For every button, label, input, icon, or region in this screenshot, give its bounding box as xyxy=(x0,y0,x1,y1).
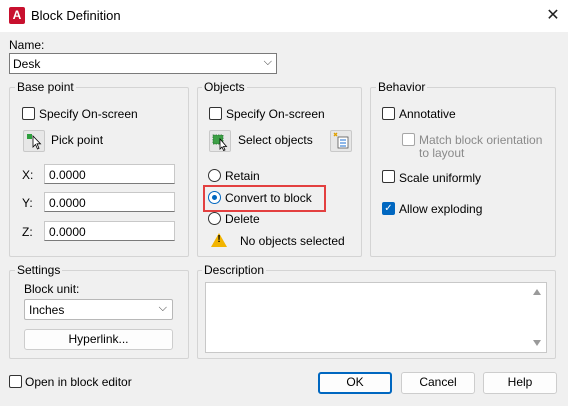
allow-exploding-checkbox[interactable]: ✓ xyxy=(382,202,395,215)
z-label: Z: xyxy=(22,225,33,239)
scroll-down-icon[interactable] xyxy=(533,340,541,346)
retain-label: Retain xyxy=(225,169,260,183)
quick-select-icon xyxy=(333,132,349,149)
name-label: Name: xyxy=(9,38,45,52)
cancel-button[interactable]: Cancel xyxy=(401,372,475,394)
match-orientation-checkbox[interactable] xyxy=(402,133,415,146)
pick-point-button[interactable] xyxy=(23,130,45,152)
description-textarea[interactable] xyxy=(205,282,547,353)
y-label: Y: xyxy=(22,196,33,210)
open-in-editor-label: Open in block editor xyxy=(25,375,132,389)
pick-point-icon xyxy=(27,134,42,150)
pick-point-label: Pick point xyxy=(51,133,104,147)
open-in-editor-checkbox[interactable] xyxy=(9,375,22,388)
x-input[interactable]: 0.0000 xyxy=(44,164,175,184)
warning-mark: ! xyxy=(217,234,221,245)
block-unit-value: Inches xyxy=(29,303,65,317)
delete-radio[interactable] xyxy=(208,212,221,225)
name-combobox[interactable]: Desk ⌵ xyxy=(9,53,277,74)
allow-exploding-label: Allow exploding xyxy=(399,202,483,216)
y-value: 0.0000 xyxy=(49,196,86,210)
select-objects-button[interactable] xyxy=(209,130,231,152)
objects-specify-onscreen-checkbox[interactable] xyxy=(209,107,222,120)
x-label: X: xyxy=(22,168,34,182)
objects-status-text: No objects selected xyxy=(240,234,345,248)
annotative-checkbox[interactable] xyxy=(382,107,395,120)
block-unit-select[interactable]: Inches ⌵ xyxy=(24,299,173,320)
select-objects-icon xyxy=(212,134,228,151)
chevron-down-icon: ⌵ xyxy=(263,56,272,68)
select-objects-label: Select objects xyxy=(238,133,313,147)
objects-title: Objects xyxy=(202,80,247,94)
block-unit-label: Block unit: xyxy=(24,282,80,296)
convert-to-block-label: Convert to block xyxy=(225,191,312,205)
close-icon[interactable]: ✕ xyxy=(542,5,564,27)
annotative-label: Annotative xyxy=(399,107,456,121)
description-title: Description xyxy=(202,263,267,277)
base-specify-onscreen-label: Specify On-screen xyxy=(39,107,138,121)
retain-radio[interactable] xyxy=(208,169,221,182)
base-specify-onscreen-checkbox[interactable] xyxy=(22,107,35,120)
scale-uniformly-checkbox[interactable] xyxy=(382,170,395,183)
convert-to-block-radio[interactable] xyxy=(208,191,221,204)
objects-specify-onscreen-label: Specify On-screen xyxy=(226,107,325,121)
name-value: Desk xyxy=(13,57,41,71)
quick-select-button[interactable] xyxy=(330,130,352,152)
window-title: Block Definition xyxy=(31,8,121,23)
chevron-down-icon: ⌵ xyxy=(158,302,167,314)
scale-uniformly-label: Scale uniformly xyxy=(399,171,482,185)
scroll-up-icon[interactable] xyxy=(533,289,541,295)
z-value: 0.0000 xyxy=(49,225,86,239)
match-orientation-label-line2: to layout xyxy=(419,146,465,160)
hyperlink-button[interactable]: Hyperlink... xyxy=(24,329,173,350)
x-value: 0.0000 xyxy=(49,168,86,182)
base-point-title: Base point xyxy=(15,80,76,94)
y-input[interactable]: 0.0000 xyxy=(44,192,175,212)
behavior-title: Behavior xyxy=(376,80,428,94)
match-orientation-label-line1: Match block orientation xyxy=(419,133,543,147)
help-button[interactable]: Help xyxy=(483,372,557,394)
delete-label: Delete xyxy=(225,212,260,226)
z-input[interactable]: 0.0000 xyxy=(44,221,175,241)
ok-button[interactable]: OK xyxy=(318,372,392,394)
autocad-app-icon: A xyxy=(9,7,25,24)
settings-title: Settings xyxy=(15,263,63,277)
